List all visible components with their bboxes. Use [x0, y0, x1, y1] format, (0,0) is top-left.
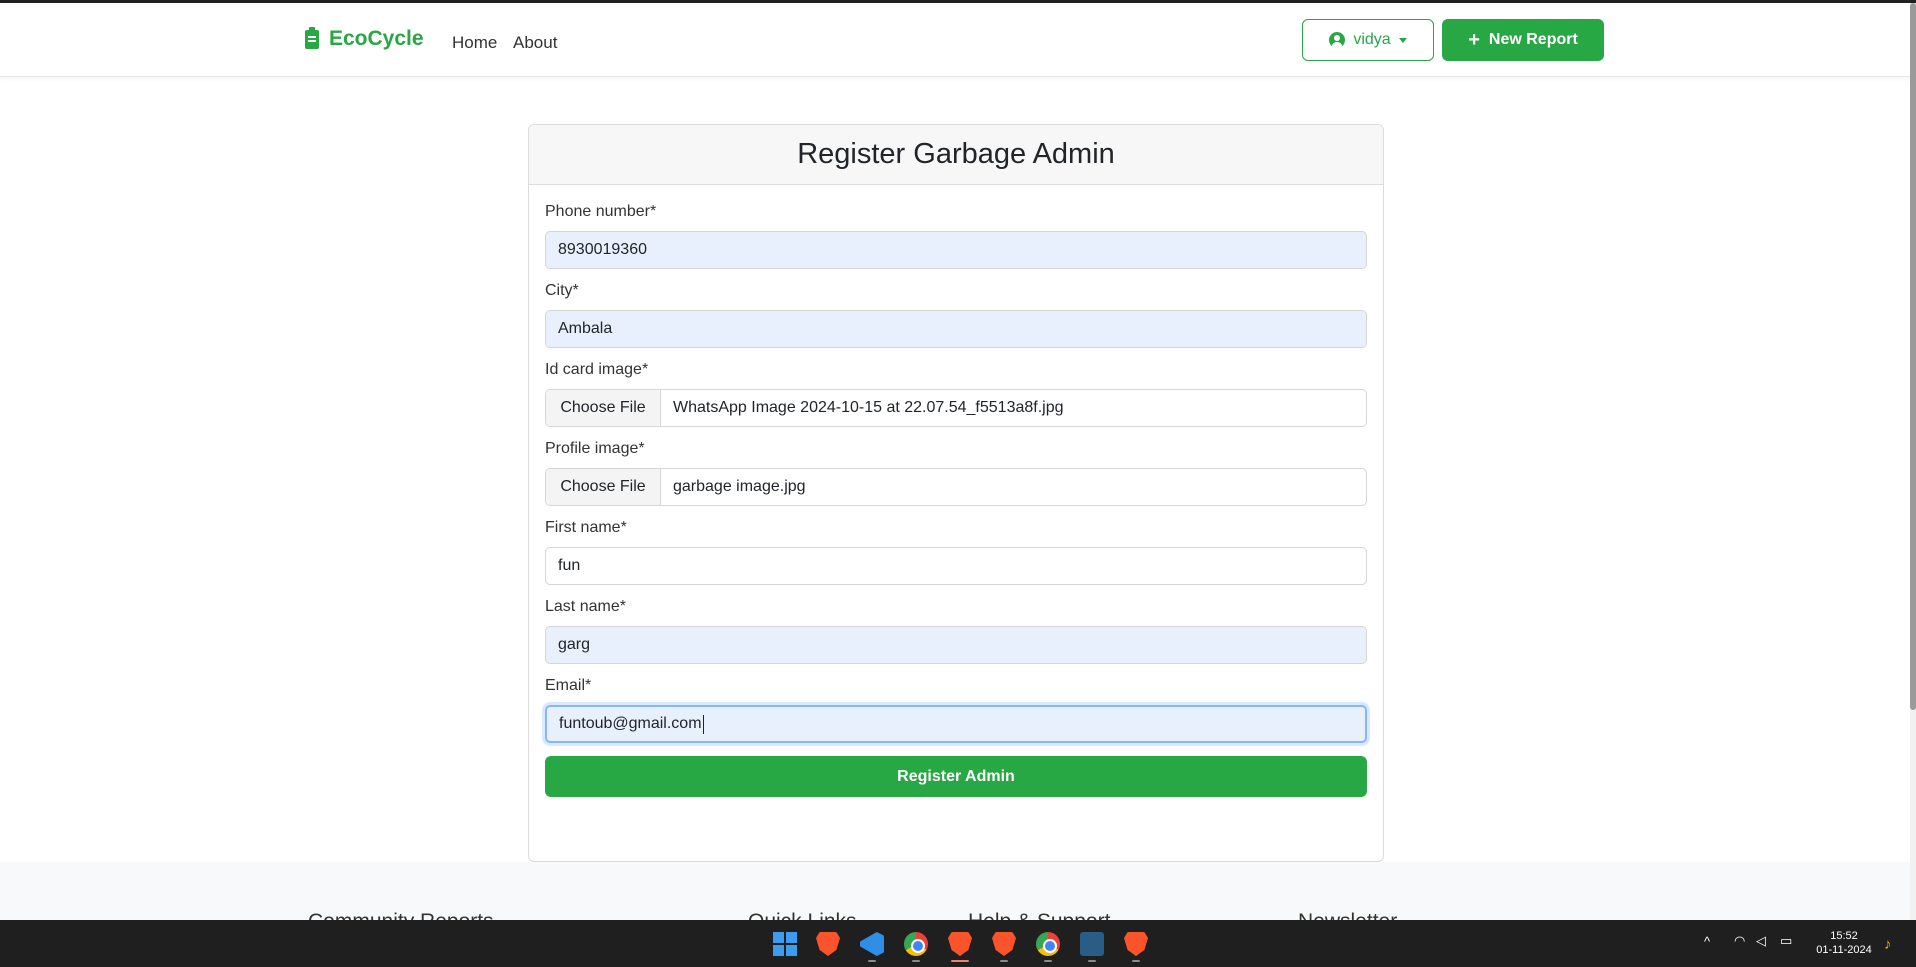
brave-browser-icon[interactable]: [816, 932, 840, 956]
phone-input[interactable]: 8930019360: [545, 231, 1367, 269]
city-input[interactable]: Ambala: [545, 310, 1367, 348]
nav-home-link[interactable]: Home: [452, 33, 497, 53]
brand-name: EcoCycle: [329, 27, 424, 50]
plus-icon: +: [1468, 29, 1480, 51]
volume-icon[interactable]: ◁: [1756, 933, 1766, 949]
profile-choose-file-button[interactable]: Choose File: [546, 469, 661, 505]
brave-active-icon[interactable]: [948, 932, 972, 956]
last-name-input[interactable]: garg: [545, 626, 1367, 664]
brave-browser-icon-2[interactable]: [992, 932, 1016, 956]
vscode-icon[interactable]: [860, 932, 884, 956]
register-admin-button[interactable]: Register Admin: [545, 756, 1367, 797]
notification-bell-icon[interactable]: ♪: [1884, 936, 1892, 953]
brand-link[interactable]: EcoCycle: [305, 26, 424, 51]
register-card: Register Garbage Admin Phone number* 893…: [528, 124, 1384, 862]
user-dropdown-button[interactable]: vidya: [1302, 19, 1434, 61]
user-circle-icon: [1329, 32, 1346, 48]
brave-active-indicator: [951, 960, 969, 962]
profile-file-name: garbage image.jpg: [673, 478, 806, 495]
chrome-profile-running-indicator: [1044, 960, 1052, 962]
brave-running-indicator: [1000, 960, 1008, 962]
email-value: funtoub@gmail.com: [559, 715, 702, 732]
navbar: EcoCycle Home About vidya + New Report: [0, 3, 1916, 77]
chrome-profile-icon[interactable]: [1036, 932, 1060, 956]
sql-developer-icon[interactable]: [1080, 932, 1104, 956]
battery-icon[interactable]: ▭: [1780, 933, 1792, 949]
chrome-icon[interactable]: [904, 932, 928, 956]
caret-down-icon: [1398, 37, 1407, 43]
profile-field-group: Profile image* Choose File garbage image…: [545, 440, 1367, 506]
sql-running-indicator: [1088, 960, 1096, 962]
vscode-running-indicator: [868, 960, 876, 962]
windows-start-icon[interactable]: [773, 932, 797, 956]
first-name-input[interactable]: fun: [545, 547, 1367, 585]
windows-taskbar: ^ ◠ ◁ ▭: [0, 920, 1916, 967]
first-name-label: First name*: [545, 519, 627, 536]
id-card-field-group: Id card image* Choose File WhatsApp Imag…: [545, 361, 1367, 427]
page-scrollbar-thumb[interactable]: [1910, 3, 1916, 710]
footer: Community Reports Quick Links Help & Sup…: [0, 862, 1916, 920]
email-field-group: Email* funtoub@gmail.com: [545, 677, 1367, 743]
clock-date: 01-11-2024: [1816, 944, 1872, 956]
user-name: vidya: [1353, 31, 1391, 48]
first-name-field-group: First name* fun: [545, 519, 1367, 585]
clipboard-icon: [305, 26, 319, 49]
new-report-label: New Report: [1488, 31, 1578, 48]
new-report-button[interactable]: + New Report: [1442, 19, 1604, 61]
phone-label: Phone number*: [545, 203, 657, 220]
brave-dev-running-indicator: [1132, 960, 1140, 962]
footer-heading-quick-links: Quick Links: [748, 910, 857, 920]
text-cursor: [702, 714, 704, 734]
id-card-file-name: WhatsApp Image 2024-10-15 at 22.07.54_f5…: [673, 399, 1064, 416]
footer-heading-community: Community Reports: [308, 910, 494, 920]
chrome-running-indicator: [912, 960, 920, 962]
register-form: Phone number* 8930019360 City* Ambala Id…: [529, 185, 1383, 815]
email-input[interactable]: funtoub@gmail.com: [545, 705, 1367, 743]
phone-field-group: Phone number* 8930019360: [545, 203, 1367, 269]
card-header: Register Garbage Admin: [529, 125, 1383, 185]
system-clock[interactable]: 15:52 01-11-2024: [1812, 929, 1876, 957]
footer-heading-newsletter: Newsletter: [1298, 910, 1397, 920]
wifi-icon[interactable]: ◠: [1734, 933, 1745, 949]
city-label: City*: [545, 282, 579, 299]
id-card-label: Id card image*: [545, 361, 649, 378]
footer-heading-help: Help & Support: [968, 910, 1110, 920]
clock-time: 15:52: [1830, 930, 1858, 942]
last-name-field-group: Last name* garg: [545, 598, 1367, 664]
nav-about-link[interactable]: About: [513, 33, 557, 53]
id-card-choose-file-button[interactable]: Choose File: [546, 390, 661, 426]
page-title: Register Garbage Admin: [797, 138, 1115, 170]
profile-label: Profile image*: [545, 440, 645, 457]
city-field-group: City* Ambala: [545, 282, 1367, 348]
last-name-label: Last name*: [545, 598, 626, 615]
chevron-up-icon[interactable]: ^: [1704, 934, 1710, 949]
id-card-file-input[interactable]: Choose File WhatsApp Image 2024-10-15 at…: [545, 389, 1367, 427]
email-label: Email*: [545, 677, 592, 694]
brave-dev-icon[interactable]: [1124, 932, 1148, 956]
profile-file-input[interactable]: Choose File garbage image.jpg: [545, 468, 1367, 506]
